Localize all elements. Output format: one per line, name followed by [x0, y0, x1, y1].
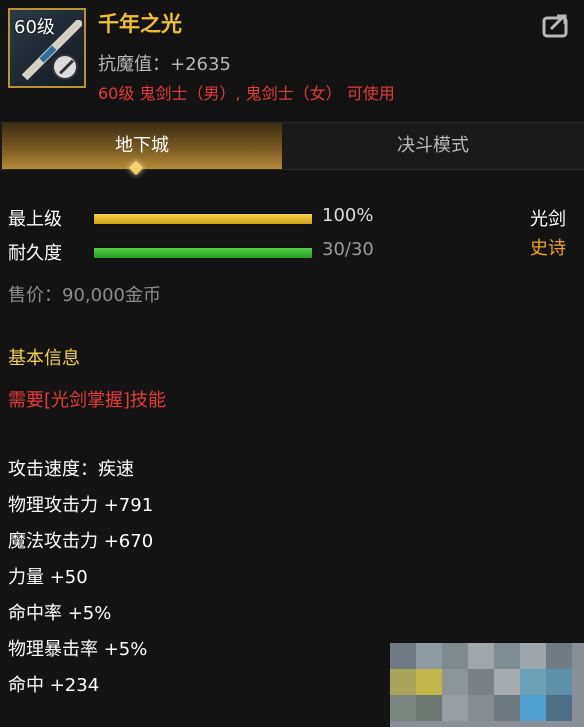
blur-cell — [468, 669, 494, 695]
blurred-overlay — [390, 643, 584, 727]
item-name: 千年之光 — [98, 12, 182, 36]
durability-bar — [93, 247, 313, 259]
blur-cell — [546, 669, 572, 695]
blur-cell — [468, 695, 494, 721]
rarity-label: 史诗 — [530, 238, 566, 259]
attribute-list: 攻击速度：疾速 物理攻击力 +791 魔法攻击力 +670 力量 +50 命中率… — [8, 455, 153, 707]
weapon-type: 光剑 — [530, 209, 566, 230]
attribute-physical-crit: 物理暴击率 +5% — [8, 639, 148, 660]
blur-cell — [546, 643, 572, 669]
prohibited-icon — [52, 54, 78, 80]
magic-resist-stat: 抗魔值：+2635 — [98, 54, 231, 75]
attribute-accuracy: 命中 +234 — [8, 675, 100, 696]
blur-cell — [520, 643, 546, 669]
attribute-magic-attack: 魔法攻击力 +670 — [8, 531, 154, 552]
blur-cell — [546, 695, 572, 721]
attribute-hit-rate: 命中率 +5% — [8, 603, 112, 624]
blur-cell — [442, 669, 468, 695]
item-tooltip-panel: 60级 千年之光 抗魔值：+2635 60级 鬼剑士（男）, 鬼剑士（女） 可使… — [0, 0, 584, 727]
blur-cell — [442, 695, 468, 721]
item-level-badge: 60级 — [14, 17, 55, 38]
blur-cell — [520, 669, 546, 695]
blur-cell — [390, 695, 416, 721]
quality-bar-fill — [94, 214, 312, 224]
durability-label: 耐久度 — [8, 243, 62, 264]
quality-label: 最上级 — [8, 209, 62, 230]
tab-pvp-mode[interactable]: 决斗模式 — [284, 123, 582, 169]
basic-info-title: 基本信息 — [8, 348, 80, 369]
blur-cell — [390, 643, 416, 669]
share-icon[interactable] — [542, 12, 570, 38]
durability-value: 30/30 — [322, 239, 374, 260]
quality-bar — [93, 213, 313, 225]
skill-requirement: 需要[光剑掌握]技能 — [8, 390, 167, 411]
durability-bar-fill — [94, 248, 312, 258]
sell-price: 售价：90,000金币 — [8, 285, 161, 306]
blur-cell — [416, 695, 442, 721]
attribute-physical-attack: 物理攻击力 +791 — [8, 495, 154, 516]
class-restriction: 60级 鬼剑士（男）, 鬼剑士（女） 可使用 — [98, 84, 395, 103]
blur-cell — [494, 643, 520, 669]
quality-value: 100% — [322, 205, 374, 226]
blur-cell — [390, 669, 416, 695]
blur-cell — [416, 643, 442, 669]
blur-cell — [520, 695, 546, 721]
mode-tabs: 地下城 决斗模式 — [0, 122, 584, 170]
attribute-attack-speed: 攻击速度：疾速 — [8, 459, 134, 480]
item-icon-frame[interactable]: 60级 — [8, 8, 86, 88]
attribute-strength: 力量 +50 — [8, 567, 88, 588]
tab-dungeon[interactable]: 地下城 — [2, 123, 282, 169]
item-header: 60级 千年之光 抗魔值：+2635 60级 鬼剑士（男）, 鬼剑士（女） 可使… — [0, 0, 584, 110]
blur-cell — [494, 669, 520, 695]
blur-cell — [494, 695, 520, 721]
blur-cell — [416, 669, 442, 695]
blur-cell — [468, 643, 494, 669]
blur-cell — [442, 643, 468, 669]
